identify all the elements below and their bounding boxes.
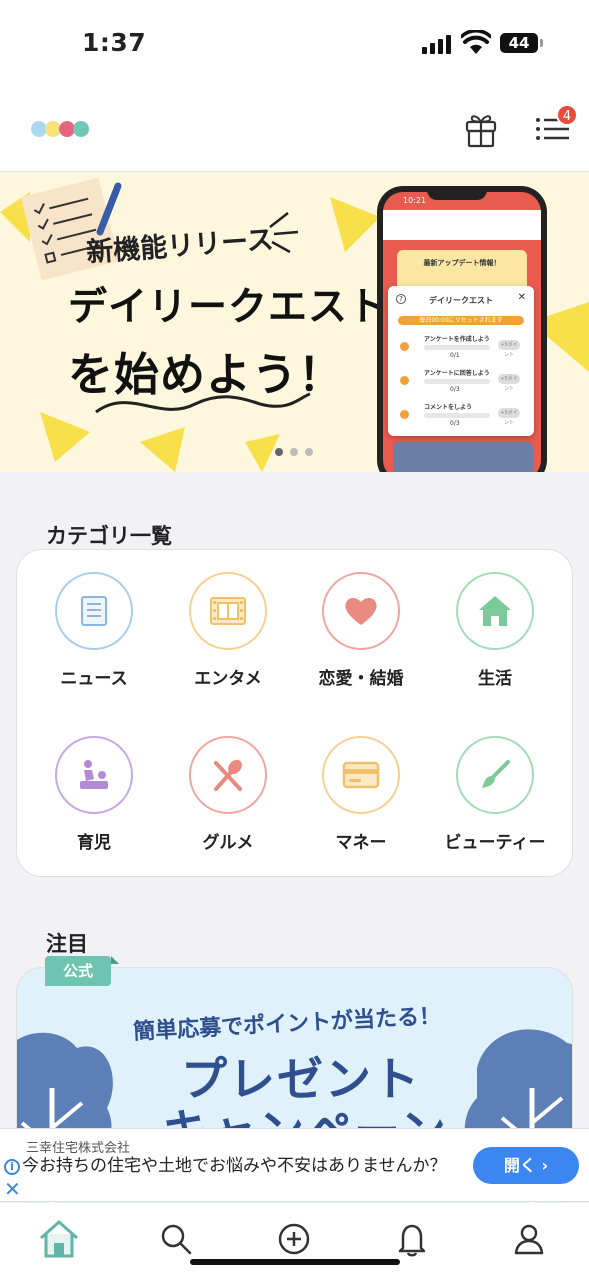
quest-progress: 0/3 xyxy=(450,386,460,393)
tab-home[interactable] xyxy=(37,1217,81,1261)
logo-dot xyxy=(73,121,89,137)
phone-time: 10:21 xyxy=(403,196,427,205)
carousel-dot[interactable] xyxy=(305,448,313,456)
featured-section-title: 注目 xyxy=(46,932,88,956)
category-childcare[interactable]: 育児 xyxy=(27,736,161,876)
add-icon xyxy=(278,1223,310,1255)
category-section-title: カテゴリ一覧 xyxy=(46,524,172,548)
category-gourmet[interactable]: グルメ xyxy=(161,736,295,876)
close-icon[interactable]: ✕ xyxy=(4,1179,21,1199)
gift-icon[interactable] xyxy=(464,110,498,148)
card-icon xyxy=(322,736,400,814)
carousel-dot[interactable] xyxy=(275,448,283,456)
app-header: 4 xyxy=(0,90,589,172)
fork-spoon-icon xyxy=(189,736,267,814)
notification-badge: 4 xyxy=(556,104,578,126)
category-life[interactable]: 生活 xyxy=(428,572,562,712)
quest-reward: +5ポイント xyxy=(498,374,520,392)
quest-reward: +5ポイント xyxy=(498,340,520,358)
hero-banner[interactable]: 新機能リリース デイリークエスト を始めよう！ 10:21 最新アップデート情報… xyxy=(0,172,589,472)
baby-care-icon xyxy=(55,736,133,814)
ad-copy: 今お持ちの住宅や土地でお悩みや不安はありませんか？ xyxy=(22,1156,447,1176)
quest-title: デイリークエスト xyxy=(429,296,493,305)
official-badge: 公式 xyxy=(45,956,119,986)
bell-icon xyxy=(398,1224,426,1257)
category-entame[interactable]: エンタメ xyxy=(161,572,295,712)
quest-reset-note: 毎日00:00にリセットされます xyxy=(398,316,524,325)
quest-row: アンケートに回答しよう 0/3 +5ポイント xyxy=(398,366,524,396)
home-icon xyxy=(456,572,534,650)
quest-name: アンケートに回答しよう xyxy=(424,370,490,377)
heart-icon xyxy=(322,572,400,650)
battery-icon: 44 xyxy=(500,33,543,53)
info-icon[interactable]: i xyxy=(4,1159,20,1175)
quest-name: コメントをしよう xyxy=(424,404,473,411)
profile-icon xyxy=(514,1224,544,1255)
daily-quest-popup: ? デイリークエスト ✕ 毎日00:00にリセットされます アンケートを作成しよ… xyxy=(388,286,534,436)
tab-profile[interactable] xyxy=(507,1217,551,1261)
coin-icon xyxy=(400,410,409,419)
film-icon xyxy=(189,572,267,650)
status-bar: 1:37 44 xyxy=(0,0,589,90)
category-news[interactable]: ニュース xyxy=(27,572,161,712)
newspaper-icon xyxy=(55,572,133,650)
category-romance[interactable]: 恋愛・結婚 xyxy=(294,572,428,712)
campaign-title: プレゼント xyxy=(181,1052,421,1106)
quest-row: アンケートを作成しよう 0/1 +5ポイント xyxy=(398,332,524,362)
category-label: 生活 xyxy=(478,669,512,689)
banner-headline-2: を始めよう！ xyxy=(68,348,345,401)
wifi-icon xyxy=(461,30,491,54)
brush-icon xyxy=(456,736,534,814)
home-indicator xyxy=(190,1259,400,1265)
quest-progress-bar xyxy=(424,345,490,350)
search-icon xyxy=(161,1224,192,1255)
status-time: 1:37 xyxy=(82,28,147,57)
phone-lower-card xyxy=(393,442,533,472)
close-icon: ✕ xyxy=(517,292,526,303)
category-label: ニュース xyxy=(60,669,128,689)
banner-headline: デイリークエスト xyxy=(68,285,389,330)
tab-create[interactable] xyxy=(272,1217,316,1261)
quest-progress-bar xyxy=(424,413,490,418)
category-label: 恋愛・結婚 xyxy=(318,669,404,689)
category-label: エンタメ xyxy=(194,669,262,689)
quest-reward: +5ポイント xyxy=(498,408,520,426)
coin-icon xyxy=(400,342,409,351)
ad-banner[interactable]: i ✕ 三幸住宅株式会社 今お持ちの住宅や土地でお悩みや不安はありませんか？ 開… xyxy=(0,1128,589,1202)
bottom-tab-bar xyxy=(0,1203,589,1277)
tab-search[interactable] xyxy=(154,1217,198,1261)
category-beauty[interactable]: ビューティー xyxy=(428,736,562,876)
ad-open-button[interactable]: 開く › xyxy=(473,1147,579,1184)
carousel-indicator[interactable] xyxy=(275,448,313,456)
signal-icon xyxy=(422,34,451,54)
coin-icon xyxy=(400,376,409,385)
category-money[interactable]: マネー xyxy=(294,736,428,876)
tab-notifications[interactable] xyxy=(390,1217,434,1261)
category-label: マネー xyxy=(335,833,387,853)
category-label: 育児 xyxy=(77,833,111,853)
home-icon xyxy=(40,1220,78,1258)
carousel-dot[interactable] xyxy=(290,448,298,456)
phone-header xyxy=(383,210,541,240)
quest-progress: 0/3 xyxy=(450,420,460,427)
quest-progress: 0/1 xyxy=(450,352,460,359)
app-logo[interactable] xyxy=(31,121,89,137)
campaign-subtitle: 簡単応募でポイントが当たる！ xyxy=(132,1003,442,1046)
category-label: ビューティー xyxy=(444,833,546,853)
quest-row: コメントをしよう 0/3 +5ポイント xyxy=(398,400,524,430)
phone-notch xyxy=(427,186,487,200)
quest-progress-bar xyxy=(424,379,490,384)
category-label: グルメ xyxy=(202,833,254,853)
ad-advertiser: 三幸住宅株式会社 xyxy=(26,1141,131,1156)
category-grid: ニュース エンタメ 恋愛・結婚 生活 育児 グルメ マネー ビューティー xyxy=(16,549,573,877)
quest-name: アンケートを作成しよう xyxy=(424,336,490,343)
